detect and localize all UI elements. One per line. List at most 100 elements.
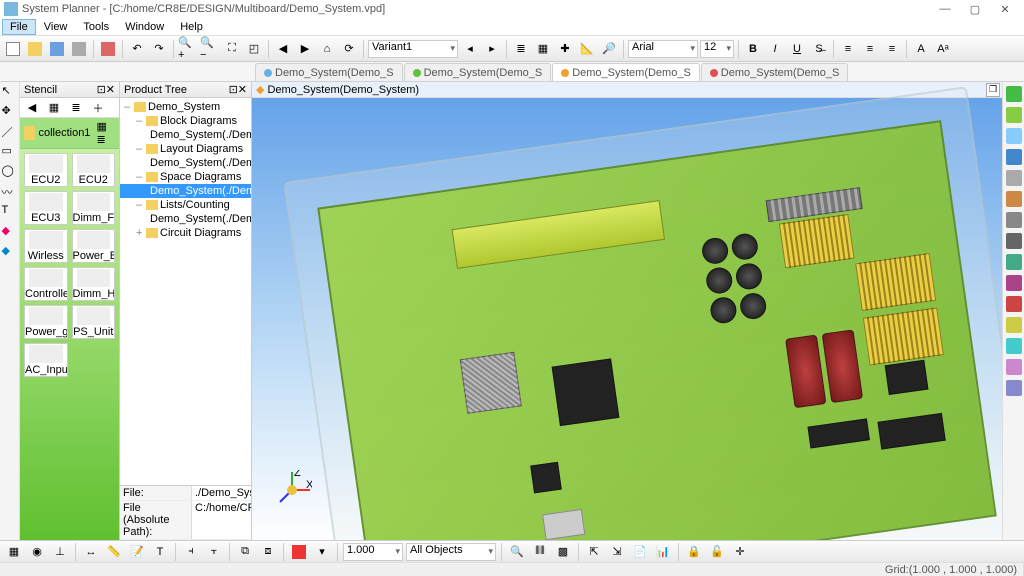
zoom-in-button[interactable]: 🔍+: [178, 39, 198, 59]
rotate-button[interactable]: [1006, 212, 1022, 228]
menu-tools[interactable]: Tools: [75, 19, 117, 35]
crosshair-button[interactable]: ✛: [730, 542, 750, 562]
menu-window[interactable]: Window: [117, 19, 172, 35]
section-button[interactable]: [1006, 275, 1022, 291]
bold-button[interactable]: B: [743, 39, 763, 59]
font-color-button[interactable]: A: [911, 39, 931, 59]
stencil-view-button[interactable]: ▦: [44, 98, 64, 118]
ruler-button[interactable]: 📏: [104, 542, 124, 562]
text-button[interactable]: T: [150, 542, 170, 562]
menu-help[interactable]: Help: [172, 19, 211, 35]
variant-prev-button[interactable]: ◂: [460, 39, 480, 59]
group-button[interactable]: ⧉: [235, 542, 255, 562]
stencil-item[interactable]: AC_Input: [24, 343, 68, 377]
italic-button[interactable]: I: [765, 39, 785, 59]
search-button[interactable]: 🔎: [599, 39, 619, 59]
axis-triad[interactable]: XZ: [272, 470, 312, 510]
report-button[interactable]: 📄: [630, 542, 650, 562]
stencil-item[interactable]: ECU2: [24, 153, 68, 187]
snap-grid-button[interactable]: ▦: [4, 542, 24, 562]
select-tool[interactable]: ↖: [2, 84, 18, 100]
stencil-item[interactable]: Power_good: [24, 305, 68, 339]
view-front-button[interactable]: [1006, 128, 1022, 144]
stencil-item[interactable]: PS_Unit: [72, 305, 116, 339]
polyline-tool[interactable]: 〰: [2, 184, 18, 200]
lock-button[interactable]: 🔒: [684, 542, 704, 562]
orbit-button[interactable]: [1006, 233, 1022, 249]
color-more-button[interactable]: ▾: [312, 542, 332, 562]
stencil-item[interactable]: Dimm_Half: [72, 267, 116, 301]
tree-pin-icon[interactable]: ⊡: [229, 83, 238, 96]
stencil-list-button[interactable]: ≣: [66, 98, 86, 118]
tree-node[interactable]: Demo_System(./Demo_System: [120, 128, 251, 142]
nav-back-button[interactable]: ◀: [273, 39, 293, 59]
new-button[interactable]: [3, 39, 23, 59]
open-button[interactable]: [25, 39, 45, 59]
maximize-button[interactable]: ▢: [960, 3, 990, 16]
explode-button[interactable]: [1006, 296, 1022, 312]
dim-button[interactable]: ↔: [81, 542, 101, 562]
view-iso-button[interactable]: [1006, 86, 1022, 102]
paint-tool[interactable]: ◆: [2, 224, 18, 240]
text-tool[interactable]: T: [2, 204, 18, 220]
stencil-close-icon[interactable]: ✕: [106, 83, 115, 96]
stencil-item[interactable]: ECU3: [24, 191, 68, 225]
snap-obj-button[interactable]: ◉: [27, 542, 47, 562]
viewport-restore-button[interactable]: ❐: [986, 83, 1000, 97]
snap-button[interactable]: ✚: [555, 39, 575, 59]
tree-node[interactable]: +Circuit Diagrams: [120, 226, 251, 240]
stencil-add-button[interactable]: ＋: [88, 98, 108, 118]
filter-combo[interactable]: All Objects: [406, 543, 496, 561]
find-button[interactable]: 🔍: [507, 542, 527, 562]
stencil-pin-icon[interactable]: ⊡: [97, 83, 106, 96]
chart-button[interactable]: 📊: [653, 542, 673, 562]
measure-button[interactable]: 📐: [577, 39, 597, 59]
pan-tool[interactable]: ✥: [2, 104, 18, 120]
save-button[interactable]: [47, 39, 67, 59]
camera-button[interactable]: [1006, 338, 1022, 354]
zoom-window-button[interactable]: ◰: [244, 39, 264, 59]
print-button[interactable]: [69, 39, 89, 59]
nav-fwd-button[interactable]: ▶: [295, 39, 315, 59]
layer-button[interactable]: ≣: [511, 39, 531, 59]
document-tab[interactable]: Demo_System(Demo_S: [255, 63, 403, 81]
redo-button[interactable]: ↷: [149, 39, 169, 59]
variant-combo[interactable]: Variant1: [368, 40, 458, 58]
undo-button[interactable]: ↶: [127, 39, 147, 59]
stencil-collection-header[interactable]: collection1 ▦ ≣: [20, 118, 119, 149]
cut-button[interactable]: [98, 39, 118, 59]
tree-node[interactable]: Demo_System(./Demo_System: [120, 184, 251, 198]
align-h-button[interactable]: ⫞: [181, 542, 201, 562]
view-shade-button[interactable]: [1006, 170, 1022, 186]
lock-view-button[interactable]: [1006, 254, 1022, 270]
superscript-button[interactable]: Aᵃ: [933, 39, 953, 59]
tree-node[interactable]: Demo_System(./Demo_System: [120, 212, 251, 226]
rect-tool[interactable]: ▭: [2, 144, 18, 160]
ortho-button[interactable]: ⊥: [50, 542, 70, 562]
import-button[interactable]: ⇲: [607, 542, 627, 562]
zoom-out-button[interactable]: 🔍−: [200, 39, 220, 59]
color-red-button[interactable]: [289, 542, 309, 562]
close-button[interactable]: ✕: [990, 3, 1020, 16]
tree-node[interactable]: –Lists/Counting: [120, 198, 251, 212]
stencil-item[interactable]: Controller_Mai..: [24, 267, 68, 301]
font-name-combo[interactable]: Arial: [628, 40, 698, 58]
stamp-tool[interactable]: ◆: [2, 244, 18, 260]
tree-node[interactable]: –Layout Diagrams: [120, 142, 251, 156]
font-size-combo[interactable]: 12: [700, 40, 734, 58]
qr-button[interactable]: ▩: [553, 542, 573, 562]
3d-viewport[interactable]: ◆Demo_System(Demo_System) ❐: [252, 82, 1002, 540]
menu-file[interactable]: File: [2, 19, 36, 35]
variant-next-button[interactable]: ▸: [482, 39, 502, 59]
tree-node[interactable]: –Block Diagrams: [120, 114, 251, 128]
line-tool[interactable]: ／: [2, 124, 18, 140]
stencil-item[interactable]: Power_Both: [72, 229, 116, 263]
home-button[interactable]: ⌂: [317, 39, 337, 59]
stencil-item[interactable]: Wirless: [24, 229, 68, 263]
underline-button[interactable]: U: [787, 39, 807, 59]
view-wire-button[interactable]: [1006, 191, 1022, 207]
tree-node[interactable]: Demo_System(./Demo_System: [120, 156, 251, 170]
settings-button[interactable]: [1006, 380, 1022, 396]
refresh-button[interactable]: ⟳: [339, 39, 359, 59]
scale-combo[interactable]: 1.000: [343, 543, 403, 561]
